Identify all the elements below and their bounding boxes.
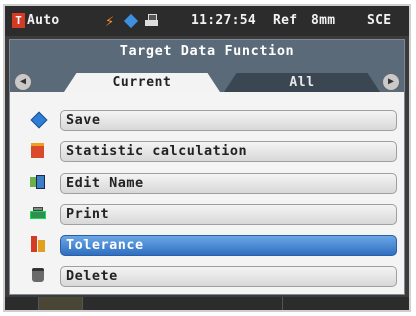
print-button[interactable]: Print — [60, 204, 397, 225]
save-button[interactable]: Save — [60, 110, 397, 131]
lightning-icon: ⚡ — [105, 12, 115, 30]
target-data-function-dialog: Target Data Function ◀ Current All ▶ Sav… — [9, 39, 405, 295]
tolerance-button[interactable]: Tolerance — [60, 235, 397, 256]
status-bar: T Auto ⚡ 11:27:54 Ref 8mm SCE — [5, 6, 409, 36]
edit-name-icon — [30, 175, 45, 189]
function-key-2[interactable] — [39, 297, 83, 310]
tab-all[interactable]: All — [224, 73, 380, 92]
aperture-label: 8mm — [311, 13, 336, 28]
next-tab-button[interactable]: ▶ — [382, 73, 400, 91]
statistic-calculation-button[interactable]: Statistic calculation — [60, 141, 397, 162]
measurement-mode: Auto — [27, 13, 60, 28]
device-screen: T Auto ⚡ 11:27:54 Ref 8mm SCE Target Dat… — [3, 4, 411, 312]
statistics-icon — [31, 143, 44, 158]
dialog-title: Target Data Function — [119, 43, 295, 59]
target-mode-icon: T — [12, 13, 25, 28]
menu-list: Save Statistic calculation Edit Name Pri… — [10, 92, 404, 294]
specular-mode-label: SCE — [367, 13, 392, 28]
print-icon — [30, 207, 46, 219]
edit-name-button[interactable]: Edit Name — [60, 173, 397, 194]
previous-tab-button[interactable]: ◀ — [14, 73, 32, 91]
tolerance-icon — [31, 236, 45, 252]
save-icon — [30, 111, 48, 129]
function-key-3[interactable] — [83, 297, 283, 310]
delete-icon — [32, 268, 44, 282]
clock: 11:27:54 — [191, 13, 257, 28]
printer-icon — [145, 14, 158, 26]
function-key-bar — [5, 297, 409, 310]
function-key-1[interactable] — [5, 297, 39, 310]
delete-button[interactable]: Delete — [60, 266, 397, 287]
reference-label: Ref — [273, 13, 298, 28]
diamond-icon — [123, 13, 139, 29]
tab-current[interactable]: Current — [64, 73, 220, 92]
